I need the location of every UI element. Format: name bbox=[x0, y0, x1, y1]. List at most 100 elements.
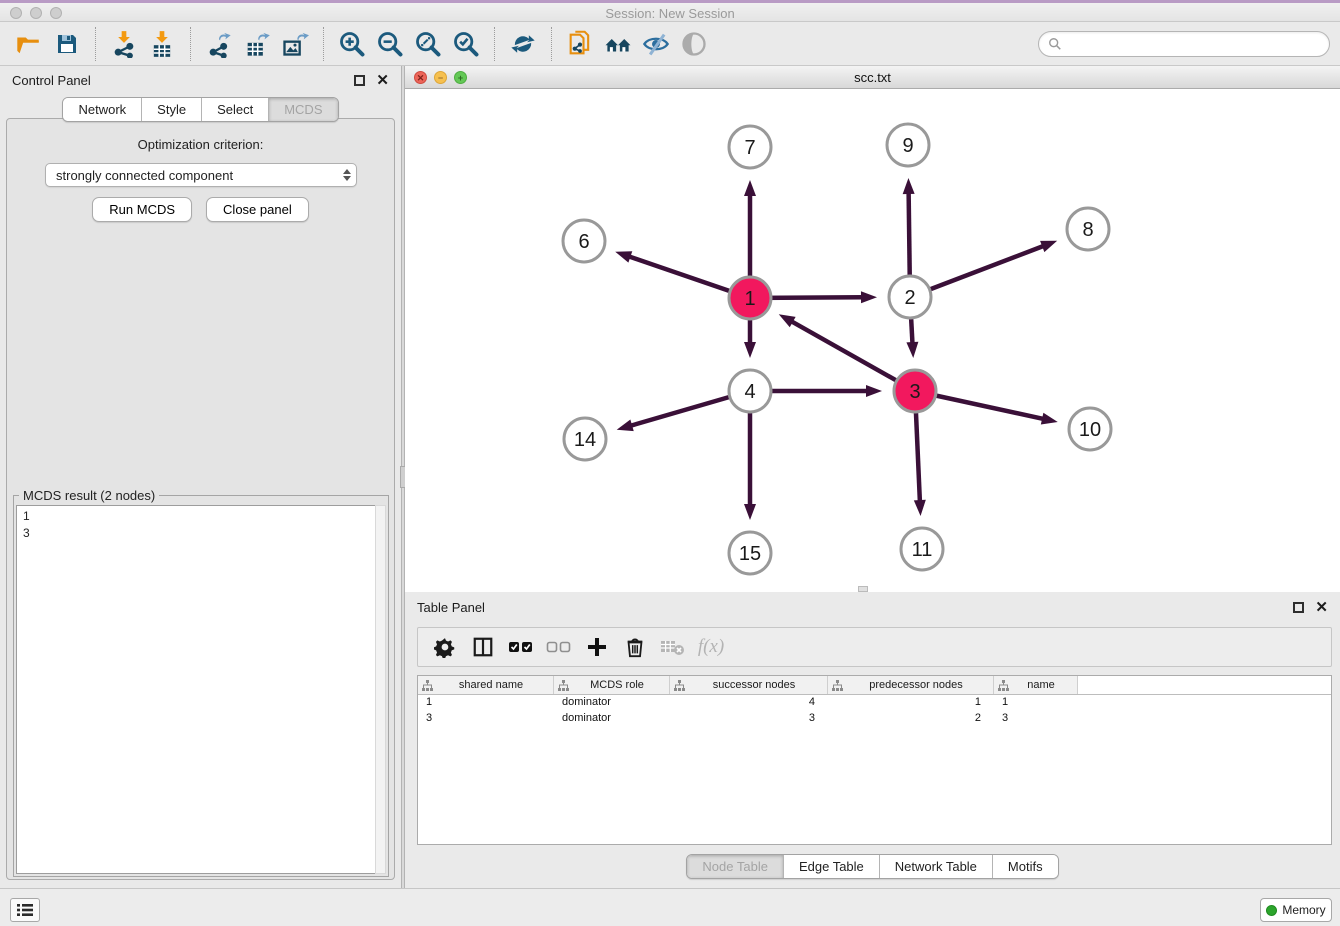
column-header-successor-nodes[interactable]: successor nodes bbox=[670, 676, 828, 694]
show-column-panel-icon[interactable] bbox=[467, 632, 499, 662]
memory-label: Memory bbox=[1282, 903, 1325, 917]
search-box[interactable] bbox=[1038, 31, 1330, 57]
apply-layout-icon[interactable] bbox=[508, 29, 538, 59]
optimization-criterion-dropdown[interactable]: strongly connected component bbox=[45, 163, 357, 187]
network-close-icon[interactable]: ✕ bbox=[414, 71, 427, 84]
graph-node-label: 9 bbox=[902, 135, 913, 157]
status-bar: Memory bbox=[0, 888, 1340, 926]
table-cell[interactable]: 1 bbox=[828, 695, 994, 711]
optimization-criterion-label: Optimization criterion: bbox=[7, 137, 394, 152]
edge-arrowhead bbox=[779, 314, 796, 327]
table-panel-close-icon[interactable]: ✕ bbox=[1315, 602, 1328, 613]
table-cell[interactable]: 4 bbox=[670, 695, 828, 711]
open-file-icon[interactable] bbox=[14, 29, 44, 59]
export-image-icon[interactable] bbox=[280, 29, 310, 59]
table-cell[interactable]: 3 bbox=[418, 711, 554, 727]
clone-network-icon[interactable] bbox=[565, 29, 595, 59]
edge-arrowhead bbox=[617, 420, 634, 432]
toolbar-separator bbox=[323, 27, 324, 61]
create-column-icon[interactable] bbox=[581, 632, 613, 662]
table-cell[interactable]: 2 bbox=[828, 711, 994, 727]
task-history-button[interactable] bbox=[10, 898, 40, 922]
save-session-icon[interactable] bbox=[52, 29, 82, 59]
table-cell[interactable]: dominator bbox=[554, 711, 670, 727]
run-mcds-button[interactable]: Run MCDS bbox=[92, 197, 192, 222]
table-panel-float-icon[interactable] bbox=[1293, 602, 1304, 613]
tab-network-table[interactable]: Network Table bbox=[880, 855, 993, 878]
control-panel: Control Panel ✕ NetworkStyleSelectMCDS O… bbox=[0, 66, 401, 888]
show-all-icon[interactable] bbox=[679, 29, 709, 59]
import-table-icon[interactable] bbox=[147, 29, 177, 59]
search-input[interactable] bbox=[1067, 37, 1320, 51]
table-cell[interactable]: 1 bbox=[418, 695, 554, 711]
table-cell[interactable]: 3 bbox=[670, 711, 828, 727]
edge-arrowhead bbox=[914, 500, 926, 516]
edge-arrowhead bbox=[903, 178, 915, 194]
graph-node-label: 14 bbox=[574, 429, 596, 451]
tab-edge-table[interactable]: Edge Table bbox=[784, 855, 880, 878]
table-row[interactable]: 3dominator323 bbox=[418, 711, 1331, 727]
hide-selected-icon[interactable] bbox=[641, 29, 671, 59]
table-cell[interactable]: 1 bbox=[994, 695, 1078, 711]
column-header-predecessor-nodes[interactable]: predecessor nodes bbox=[828, 676, 994, 694]
export-network-icon[interactable] bbox=[204, 29, 234, 59]
network-minimize-icon[interactable]: − bbox=[434, 71, 447, 84]
edge-arrowhead bbox=[615, 251, 632, 262]
table-panel: Table Panel ✕ f(x) shared nameMCDS roles… bbox=[405, 592, 1340, 888]
first-neighbors-icon[interactable] bbox=[603, 29, 633, 59]
column-tree-icon bbox=[422, 680, 433, 691]
function-builder-icon[interactable]: f(x) bbox=[695, 632, 727, 662]
table-row[interactable]: 1dominator411 bbox=[418, 695, 1331, 711]
graph-node-label: 11 bbox=[912, 539, 933, 561]
zoom-fit-icon[interactable] bbox=[413, 29, 443, 59]
tab-node-table[interactable]: Node Table bbox=[687, 855, 784, 878]
list-icon bbox=[17, 903, 33, 917]
table-cell[interactable]: 3 bbox=[994, 711, 1078, 727]
import-network-icon[interactable] bbox=[109, 29, 139, 59]
network-graph[interactable]: 7968124314101511 bbox=[405, 89, 1340, 592]
control-panel-float-icon[interactable] bbox=[354, 75, 365, 86]
memory-status-icon bbox=[1266, 905, 1277, 916]
close-panel-button[interactable]: Close panel bbox=[206, 197, 309, 222]
graph-node-label: 15 bbox=[739, 543, 761, 565]
zoom-out-icon[interactable] bbox=[375, 29, 405, 59]
network-canvas[interactable]: 7968124314101511 bbox=[405, 89, 1340, 592]
delete-table-icon[interactable] bbox=[657, 632, 689, 662]
graph-node-label: 3 bbox=[909, 381, 920, 403]
toolbar-separator bbox=[494, 27, 495, 61]
tab-motifs[interactable]: Motifs bbox=[993, 855, 1058, 878]
edge-arrowhead bbox=[744, 342, 756, 358]
tab-network[interactable]: Network bbox=[63, 98, 142, 121]
table-cell[interactable]: dominator bbox=[554, 695, 670, 711]
network-window-titlebar[interactable]: scc.txt ✕ − + bbox=[405, 66, 1340, 89]
zoom-in-icon[interactable] bbox=[337, 29, 367, 59]
export-table-icon[interactable] bbox=[242, 29, 272, 59]
column-header-MCDS-role[interactable]: MCDS role bbox=[554, 676, 670, 694]
column-tree-icon bbox=[998, 680, 1009, 691]
select-all-columns-icon[interactable] bbox=[505, 632, 537, 662]
main-toolbar bbox=[0, 22, 1340, 66]
column-tree-icon bbox=[674, 680, 685, 691]
delete-column-icon[interactable] bbox=[619, 632, 651, 662]
column-header-name[interactable]: name bbox=[994, 676, 1078, 694]
edge-arrowhead bbox=[1041, 413, 1058, 425]
node-table[interactable]: shared nameMCDS rolesuccessor nodesprede… bbox=[417, 675, 1332, 845]
edge-arrowhead bbox=[906, 342, 918, 358]
table-settings-gear-icon[interactable] bbox=[429, 632, 461, 662]
memory-button[interactable]: Memory bbox=[1260, 898, 1332, 922]
mcds-result-textarea[interactable]: 13 bbox=[16, 505, 386, 874]
column-tree-icon bbox=[832, 680, 843, 691]
node-table-header: shared nameMCDS rolesuccessor nodesprede… bbox=[418, 676, 1331, 695]
unselect-all-columns-icon[interactable] bbox=[543, 632, 575, 662]
tab-select[interactable]: Select bbox=[202, 98, 269, 121]
tab-style[interactable]: Style bbox=[142, 98, 202, 121]
dropdown-value: strongly connected component bbox=[56, 168, 233, 183]
control-panel-close-icon[interactable]: ✕ bbox=[376, 75, 389, 86]
result-scrollbar[interactable] bbox=[375, 505, 386, 874]
search-icon bbox=[1048, 37, 1062, 51]
table-panel-tabs: Node TableEdge TableNetwork TableMotifs bbox=[686, 854, 1058, 879]
zoom-selected-icon[interactable] bbox=[451, 29, 481, 59]
network-zoom-icon[interactable]: + bbox=[454, 71, 467, 84]
column-header-shared-name[interactable]: shared name bbox=[418, 676, 554, 694]
tab-mcds[interactable]: MCDS bbox=[269, 98, 337, 121]
